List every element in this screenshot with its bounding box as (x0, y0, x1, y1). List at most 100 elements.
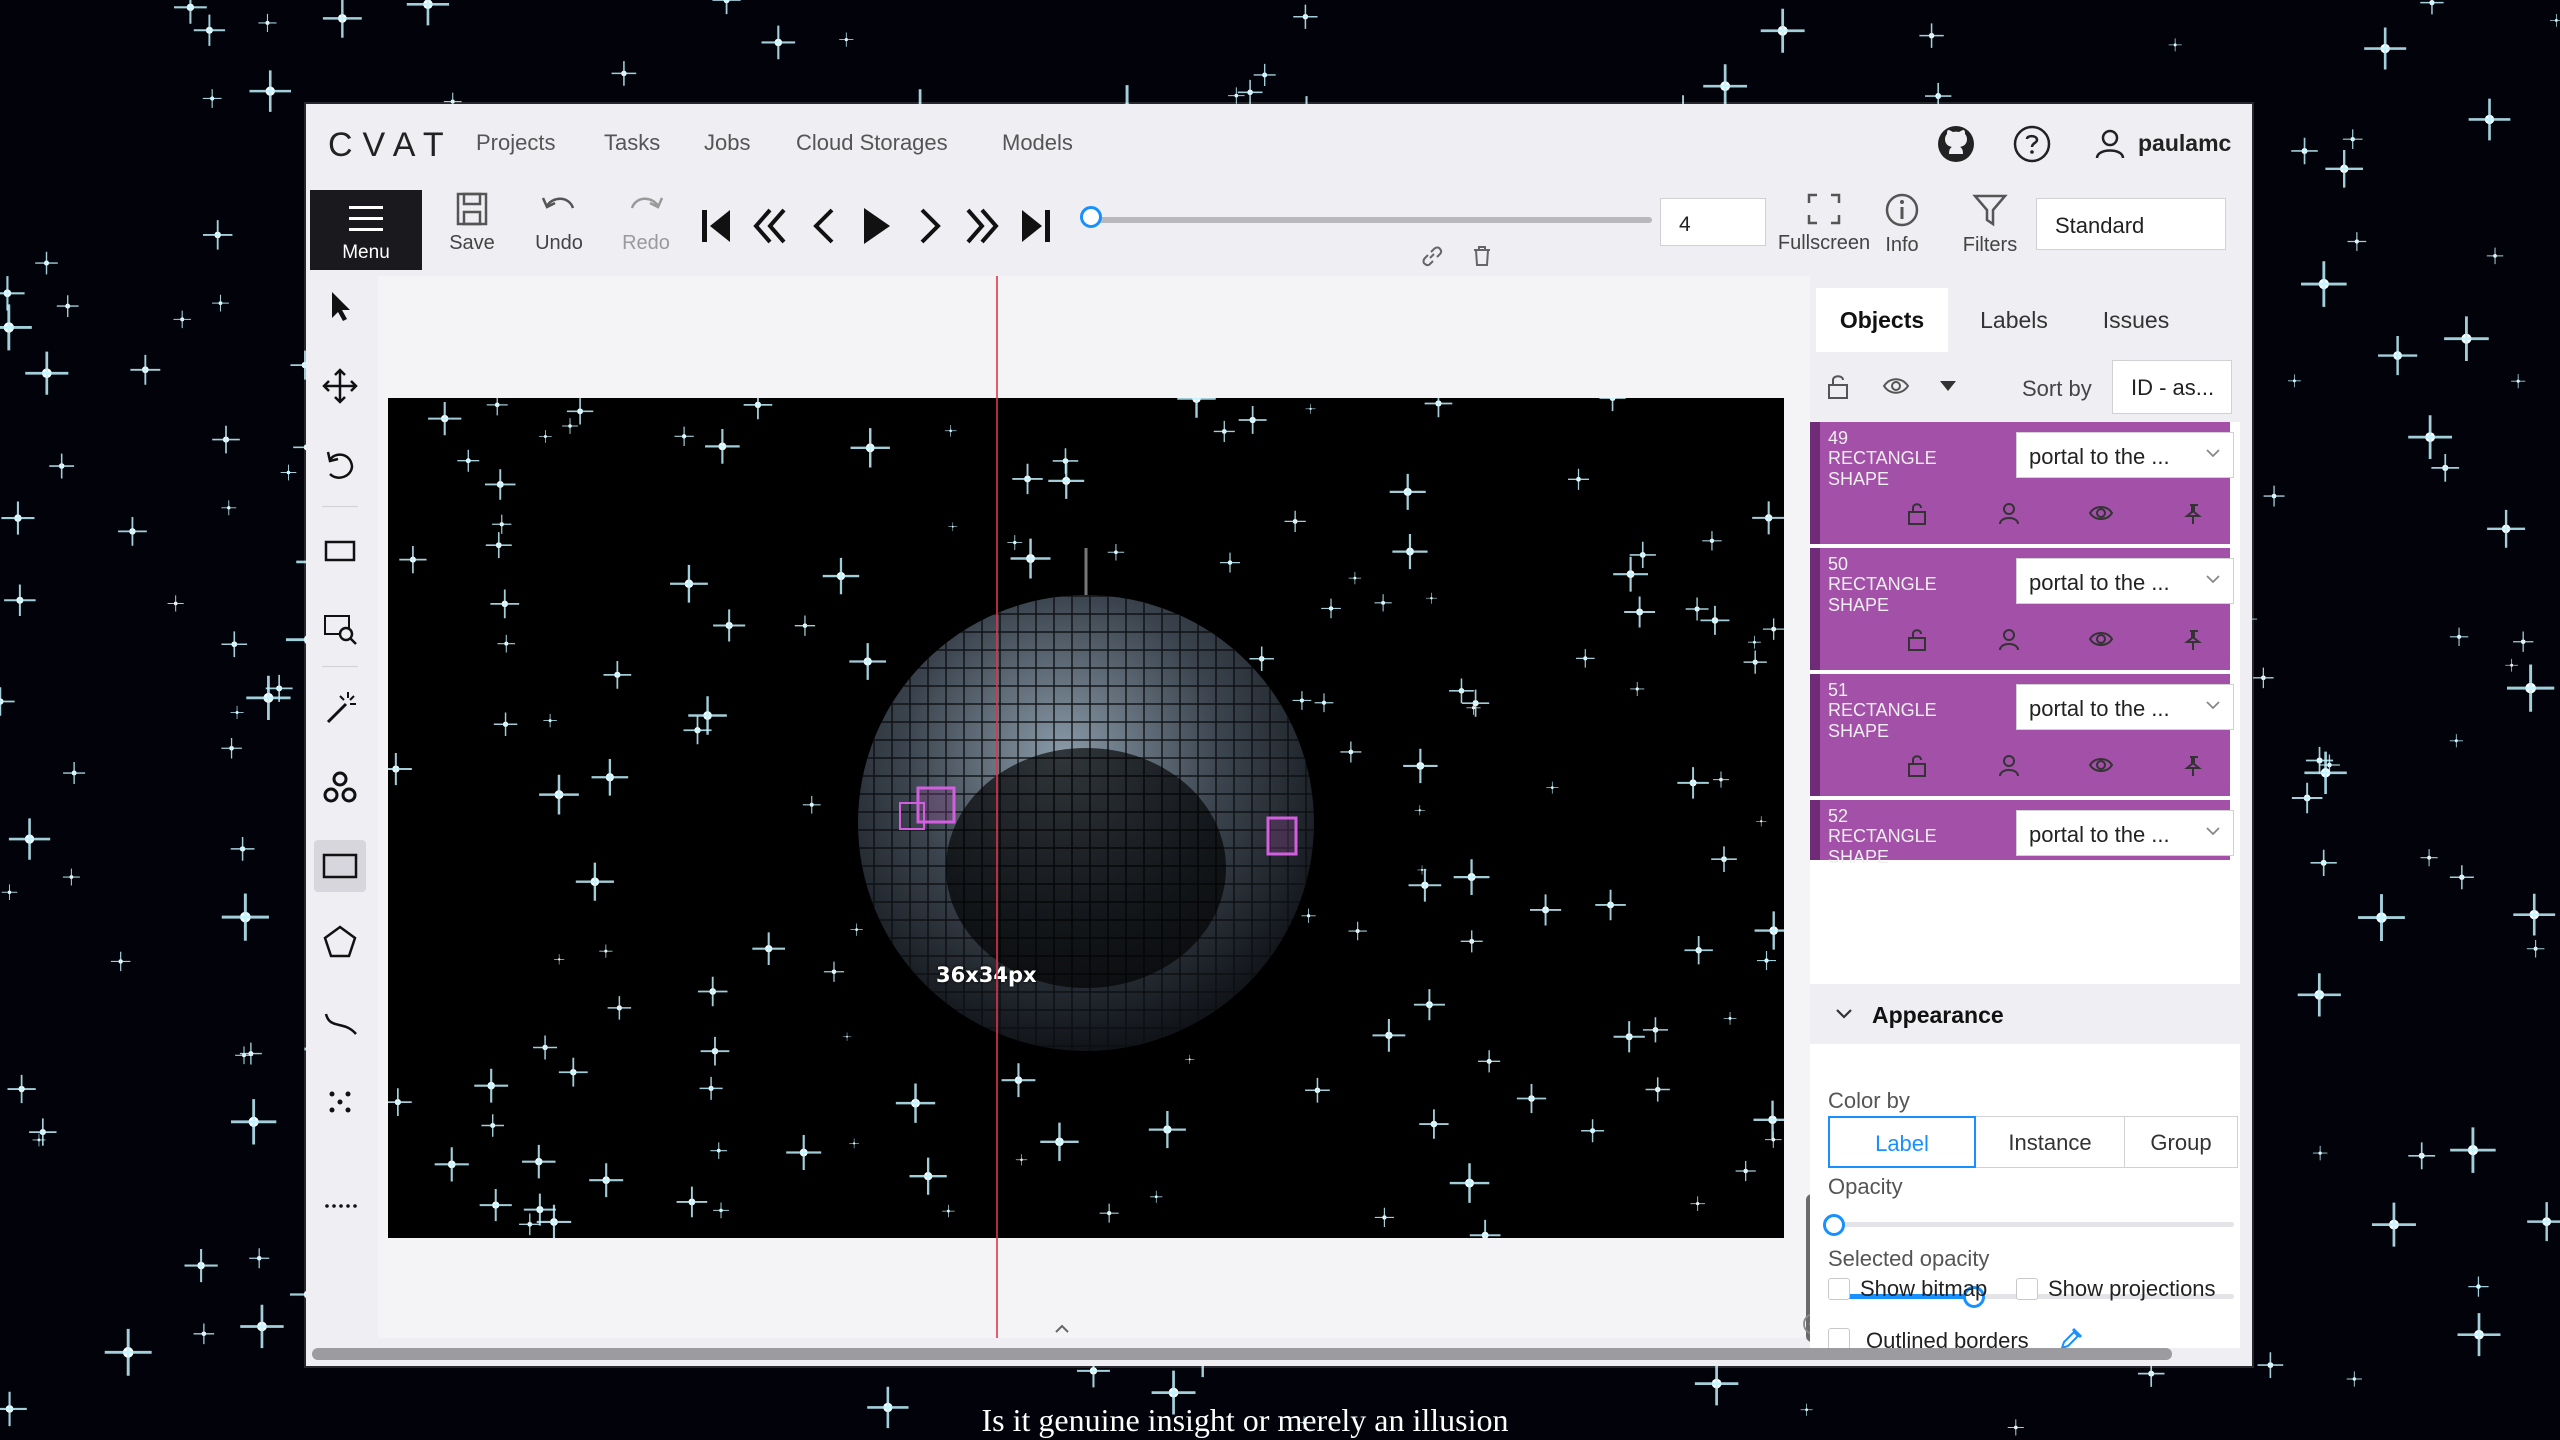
opencv-icon[interactable] (320, 768, 360, 808)
shape-size-label: 36x34px (936, 963, 1037, 987)
filters-label: Filters (1962, 234, 2018, 256)
nav-models[interactable]: Models (1002, 130, 1073, 156)
fit-image-icon[interactable] (320, 530, 360, 570)
object-label-select[interactable]: portal to the ... (2016, 558, 2234, 604)
eye-all-icon[interactable] (1882, 374, 1910, 398)
workspace-select[interactable]: Standard (2036, 198, 2226, 250)
nav-tasks[interactable]: Tasks (604, 130, 660, 156)
appearance-title: Appearance (1872, 1002, 2004, 1028)
video-subtitle: Is it genuine insight or merely an illus… (981, 1402, 1509, 1438)
lock-icon[interactable] (1906, 628, 1928, 652)
frame-image[interactable]: 36x34px (388, 398, 1784, 1238)
last-frame-icon[interactable] (1016, 204, 1056, 248)
lock-icon[interactable] (1906, 754, 1928, 778)
fullscreen-button[interactable]: Fullscreen (1774, 192, 1874, 255)
fast-backward-icon[interactable] (750, 204, 790, 248)
next-frame-icon[interactable] (910, 204, 950, 248)
tab-objects[interactable]: Objects (1816, 288, 1948, 352)
magic-wand-icon[interactable] (320, 688, 360, 728)
object-label-select[interactable]: portal to the ... (2016, 684, 2234, 730)
pin-icon[interactable] (2182, 628, 2204, 652)
lock-all-icon[interactable] (1826, 374, 1850, 400)
nav-cloud-storages[interactable]: Cloud Storages (796, 130, 948, 156)
filter-icon (1972, 194, 2008, 227)
link-icon[interactable] (1420, 244, 1444, 268)
color-by-group-button[interactable]: Group (2124, 1116, 2238, 1168)
save-button[interactable]: Save (432, 192, 512, 255)
chevron-down-icon (2206, 449, 2220, 458)
draw-polyline-icon[interactable] (320, 1002, 360, 1042)
object-label-select[interactable]: portal to the ... (2016, 810, 2234, 856)
cvat-window: CVAT Projects Tasks Jobs Cloud Storages … (306, 104, 2252, 1366)
object-item[interactable]: 51 RECTANGLE SHAPE portal to the ... (1810, 674, 2234, 796)
info-button[interactable]: Info (1862, 192, 1942, 257)
cursor-icon[interactable] (320, 286, 360, 326)
appearance-header[interactable]: Appearance (1810, 984, 2240, 1044)
object-label-value: portal to the ... (2029, 822, 2170, 847)
object-label-select[interactable]: portal to the ... (2016, 432, 2234, 478)
eye-icon[interactable] (2088, 628, 2114, 650)
selected-opacity-label: Selected opacity (1828, 1246, 1990, 1271)
occluded-user-icon[interactable] (1998, 502, 2020, 526)
cvat-logo[interactable]: CVAT (328, 126, 454, 165)
opacity-slider-track[interactable] (1834, 1222, 2234, 1227)
show-bitmap-label: Show bitmap (1860, 1276, 1988, 1301)
caret-down-icon[interactable] (1938, 378, 1958, 394)
frame-slider-handle[interactable] (1080, 206, 1102, 228)
github-icon[interactable] (1936, 124, 1976, 164)
frame-number-input[interactable]: 4 (1660, 198, 1766, 246)
zoom-region-icon[interactable] (320, 608, 360, 648)
redo-button[interactable]: Redo (606, 192, 686, 255)
draw-polygon-icon[interactable] (320, 922, 360, 962)
eye-icon[interactable] (2088, 502, 2114, 524)
object-item[interactable]: 49 RECTANGLE SHAPE portal to the ... (1810, 422, 2234, 544)
disco-ball-image (388, 398, 1784, 1238)
nav-jobs[interactable]: Jobs (704, 130, 750, 156)
delete-frame-icon[interactable] (1470, 244, 1494, 268)
tool-separator (322, 666, 358, 667)
pin-icon[interactable] (2182, 502, 2204, 526)
outlined-borders-checkbox[interactable] (1828, 1328, 1850, 1350)
info-icon (1885, 193, 1919, 227)
show-projections-checkbox[interactable] (2016, 1278, 2038, 1300)
sort-label: Sort by (2022, 376, 2092, 401)
object-id: 50 (1828, 554, 1849, 574)
crosshair-line (996, 276, 998, 1338)
undo-button[interactable]: Undo (519, 192, 599, 255)
move-icon[interactable] (320, 366, 360, 406)
user-name[interactable]: paulamc (2138, 130, 2231, 157)
object-item[interactable]: 52 RECTANGLE SHAPE portal to the ... (1810, 800, 2234, 867)
pin-icon[interactable] (2182, 754, 2204, 778)
help-icon[interactable] (2012, 124, 2052, 164)
user-icon[interactable] (2090, 124, 2130, 164)
occluded-user-icon[interactable] (1998, 628, 2020, 652)
menu-button[interactable]: Menu (310, 190, 422, 270)
previous-frame-icon[interactable] (804, 204, 844, 248)
occluded-user-icon[interactable] (1998, 754, 2020, 778)
rotate-icon[interactable] (320, 446, 360, 486)
fast-forward-icon[interactable] (962, 204, 1002, 248)
horizontal-scrollbar[interactable] (312, 1348, 2172, 1360)
color-by-label-button[interactable]: Label (1828, 1116, 1976, 1168)
fullscreen-label: Fullscreen (1777, 232, 1871, 254)
sort-select[interactable]: ID - as... (2112, 360, 2232, 414)
tab-issues[interactable]: Issues (2078, 288, 2194, 352)
more-tools-icon[interactable] (320, 1186, 360, 1226)
opacity-slider-handle[interactable] (1823, 1214, 1845, 1236)
show-bitmap-checkbox[interactable] (1828, 1278, 1850, 1300)
draw-points-icon[interactable] (320, 1082, 360, 1122)
object-label-value: portal to the ... (2029, 696, 2170, 721)
frame-slider-track[interactable] (1096, 217, 1652, 223)
eye-icon[interactable] (2088, 754, 2114, 776)
filters-button[interactable]: Filters (1950, 192, 2030, 257)
nav-projects[interactable]: Projects (476, 130, 555, 156)
color-by-instance-button[interactable]: Instance (1974, 1116, 2126, 1168)
object-item[interactable]: 50 RECTANGLE SHAPE portal to the ... (1810, 548, 2234, 670)
play-icon[interactable] (856, 204, 896, 248)
first-frame-icon[interactable] (696, 204, 736, 248)
tab-labels[interactable]: Labels (1956, 288, 2072, 352)
lock-icon[interactable] (1906, 502, 1928, 526)
draw-rectangle-icon[interactable] (314, 840, 366, 892)
chevron-up-icon[interactable] (1054, 1322, 1070, 1336)
chevron-down-icon (2206, 701, 2220, 710)
